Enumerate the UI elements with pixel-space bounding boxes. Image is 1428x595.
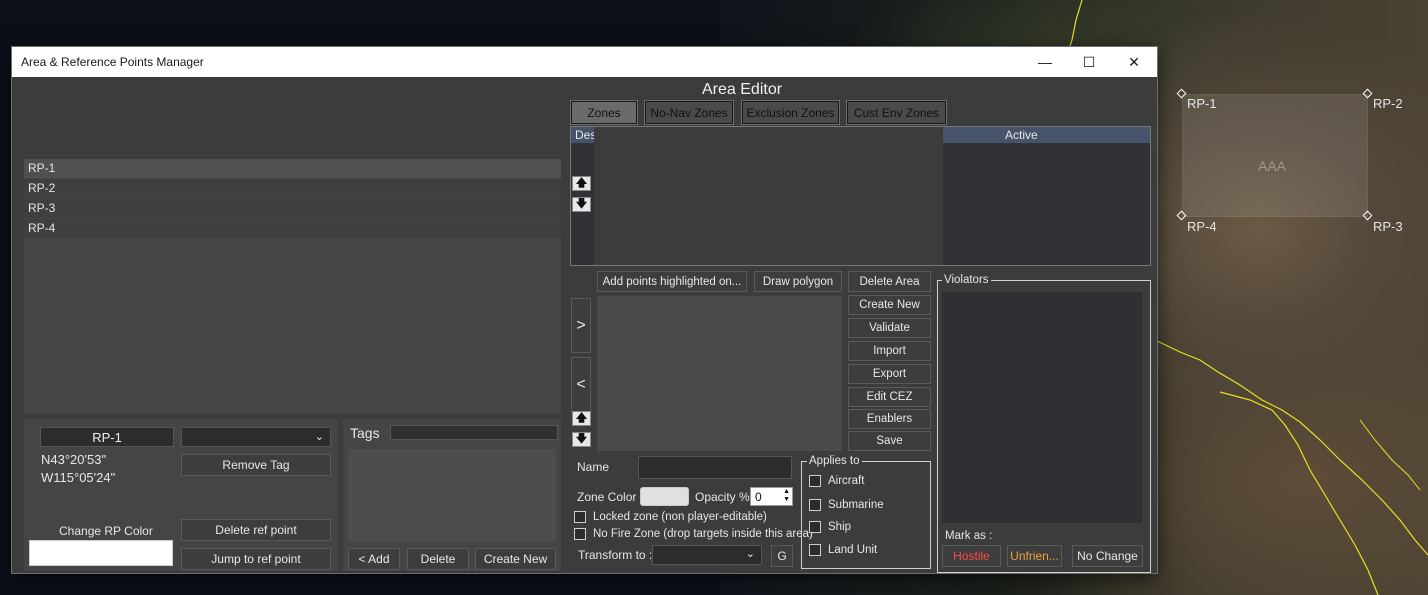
tab-cust-env-zones[interactable]: Cust Env Zones — [846, 100, 947, 125]
no-fire-zone-checkbox[interactable] — [574, 528, 586, 540]
add-tag-button[interactable]: < Add — [348, 548, 400, 570]
list-item[interactable]: RP-2 — [24, 179, 561, 198]
ship-checkbox[interactable] — [809, 521, 821, 533]
tab-label: Exclusion Zones — [746, 105, 835, 120]
rp-longitude: W115°05'24" — [41, 470, 116, 485]
validate-button[interactable]: Validate — [848, 318, 931, 338]
title-bar[interactable]: Area & Reference Points Manager — ☐ ✕ — [12, 47, 1157, 77]
g-button[interactable]: G — [771, 545, 793, 567]
tab-label: Cust Env Zones — [853, 105, 940, 120]
tab-no-nav-zones[interactable]: No-Nav Zones — [644, 100, 734, 125]
zone-color-swatch[interactable] — [640, 487, 689, 506]
locked-zone-label: Locked zone (non player-editable) — [593, 511, 767, 523]
tags-title: Tags — [350, 425, 380, 441]
tab-zones[interactable]: Zones — [570, 100, 638, 125]
hostile-label: Hostile — [953, 549, 990, 563]
rp-color-swatch[interactable] — [29, 540, 173, 566]
tag-name-input[interactable] — [390, 425, 558, 440]
applies-to-title: Applies to — [807, 455, 862, 467]
mark-unfriendly-button[interactable]: Unfrien... — [1007, 545, 1062, 567]
point-down-icon[interactable]: 🡇 — [572, 432, 591, 447]
zone-color-label: Zone Color — [577, 490, 637, 504]
transform-dropdown[interactable]: ⌄ — [652, 545, 762, 565]
stepper-arrows-icon: ▲ ▼ — [783, 488, 790, 503]
delete-ref-point-button[interactable]: Delete ref point — [181, 519, 331, 541]
list-item[interactable]: RP-3 — [24, 199, 561, 218]
save-button[interactable]: Save — [848, 431, 931, 451]
tab-label: No-Nav Zones — [650, 105, 728, 120]
map-rp-label: RP-1 — [1187, 96, 1217, 111]
map-rp-label: RP-2 — [1373, 96, 1403, 111]
create-tag-button[interactable]: Create New — [475, 548, 556, 570]
opacity-value: 0 — [755, 489, 762, 504]
column-header-active: Active — [1005, 128, 1038, 142]
zone-name-input[interactable] — [638, 456, 792, 479]
close-button[interactable]: ✕ — [1111, 47, 1157, 77]
area-editor-title: Area Editor — [702, 81, 783, 98]
opacity-stepper[interactable]: 0 ▲ ▼ — [750, 487, 793, 506]
delete-tag-button[interactable]: Delete — [407, 548, 469, 570]
tab-exclusion-zones[interactable]: Exclusion Zones — [741, 100, 840, 125]
zones-table-overlay — [594, 127, 943, 265]
opacity-label: Opacity % — [695, 490, 750, 504]
move-right-button[interactable]: > — [571, 298, 591, 353]
jump-to-ref-point-button[interactable]: Jump to ref point — [181, 548, 331, 570]
remove-tag-button[interactable]: Remove Tag — [181, 454, 331, 476]
ship-label: Ship — [828, 521, 852, 533]
unfriendly-label: Unfrien... — [1010, 549, 1059, 563]
area-manager-window: Area & Reference Points Manager — ☐ ✕ RP… — [11, 46, 1158, 574]
mark-hostile-button[interactable]: Hostile — [942, 545, 1001, 567]
map-rp-label: RP-3 — [1373, 219, 1403, 234]
aircraft-checkbox[interactable] — [809, 475, 821, 487]
locked-zone-checkbox[interactable] — [574, 511, 586, 523]
aaa-zone-label: AAA — [1258, 158, 1287, 174]
list-item[interactable]: RP-4 — [24, 219, 561, 238]
window-title: Area & Reference Points Manager — [21, 55, 204, 69]
change-color-label: Change RP Color — [59, 524, 153, 538]
tag-dropdown[interactable]: ⌄ — [181, 427, 331, 447]
aaa-zone-area[interactable] — [1182, 94, 1368, 217]
export-button[interactable]: Export — [848, 364, 931, 384]
rp-latitude: N43°20'53" — [41, 452, 107, 467]
land-unit-label: Land Unit — [828, 544, 878, 556]
points-list[interactable] — [597, 296, 842, 451]
point-up-icon[interactable]: 🡅 — [572, 411, 591, 426]
maximize-button[interactable]: ☐ — [1066, 47, 1112, 77]
transform-label: Transform to : — [578, 548, 653, 562]
mark-no-change-button[interactable]: No Change — [1072, 545, 1143, 567]
ref-point-list[interactable]: RP-1 RP-2 RP-3 RP-4 — [24, 159, 561, 414]
import-button[interactable]: Import — [848, 341, 931, 361]
submarine-checkbox[interactable] — [809, 499, 821, 511]
list-item[interactable]: RP-1 — [24, 159, 561, 178]
aircraft-label: Aircraft — [828, 475, 865, 487]
mark-as-label: Mark as : — [945, 530, 993, 542]
enablers-button[interactable]: Enablers — [848, 409, 931, 429]
move-down-icon[interactable]: 🡇 — [572, 197, 591, 212]
violators-list[interactable] — [942, 292, 1142, 523]
edit-cez-button[interactable]: Edit CEZ — [848, 387, 931, 407]
name-label: Name — [577, 460, 610, 474]
chevron-down-icon: ⌄ — [745, 548, 755, 560]
minimize-button[interactable]: — — [1022, 47, 1068, 77]
create-new-area-button[interactable]: Create New — [848, 295, 931, 315]
move-up-icon[interactable]: 🡅 — [572, 176, 591, 191]
add-points-button[interactable]: Add points highlighted on... — [597, 271, 747, 292]
rp-name-field[interactable]: RP-1 — [40, 427, 174, 447]
tags-list[interactable] — [348, 449, 556, 542]
submarine-label: Submarine — [828, 499, 884, 511]
delete-area-button[interactable]: Delete Area — [848, 271, 931, 292]
no-fire-zone-label: No Fire Zone (drop targets inside this a… — [593, 528, 813, 540]
tab-label: Zones — [587, 105, 621, 120]
move-left-button[interactable]: < — [571, 357, 591, 412]
land-unit-checkbox[interactable] — [809, 544, 821, 556]
draw-polygon-button[interactable]: Draw polygon — [754, 271, 842, 292]
map-rp-label: RP-4 — [1187, 219, 1217, 234]
chevron-down-icon: ⌄ — [314, 431, 324, 443]
violators-title: Violators — [942, 274, 991, 286]
